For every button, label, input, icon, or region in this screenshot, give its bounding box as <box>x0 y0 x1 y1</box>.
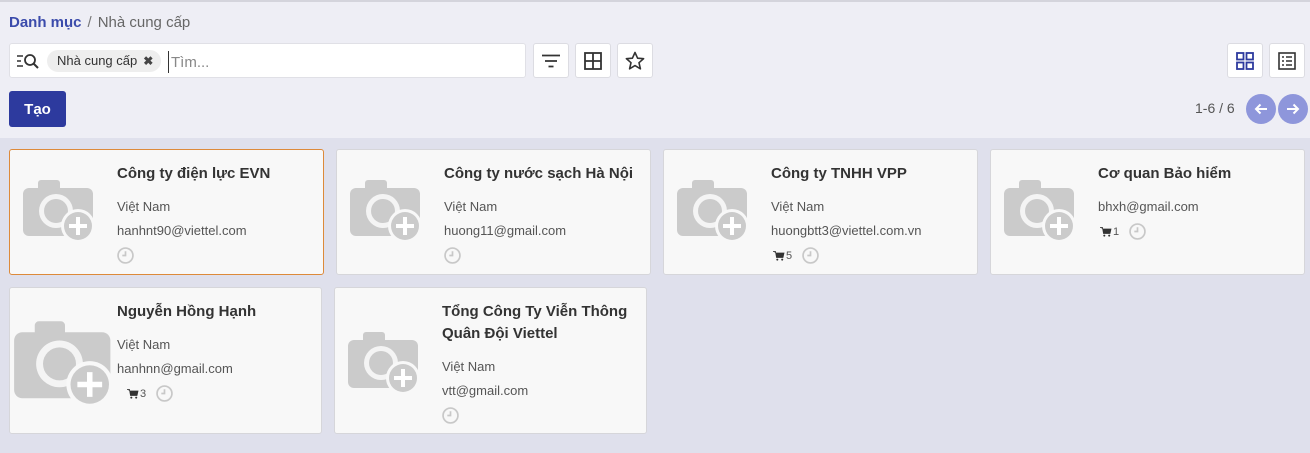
pager-value[interactable]: 1-6 / 6 <box>1195 100 1235 116</box>
camera-add-placeholder-icon <box>674 174 754 254</box>
camera-add-placeholder-icon <box>347 174 427 254</box>
cart-icon <box>773 251 785 261</box>
card-country: Việt Nam <box>117 337 171 352</box>
card-email: hanhnt90@viettel.com <box>117 223 247 238</box>
breadcrumb-parent-link[interactable]: Danh mục <box>9 14 82 31</box>
create-button[interactable]: Tạo <box>9 91 66 127</box>
purchase-count[interactable]: 3 <box>127 388 146 400</box>
breadcrumb-current: Nhà cung cấp <box>97 14 191 31</box>
search-facet-label: Nhà cung cấp <box>57 53 138 68</box>
arrow-right-icon <box>1287 103 1300 115</box>
pager-previous-button[interactable] <box>1246 94 1276 124</box>
kanban-card[interactable]: Công ty TNHH VPP Việt Nam huongbtt3@viet… <box>663 149 978 275</box>
card-country: Việt Nam <box>117 199 171 214</box>
kanban-card[interactable]: Công ty điện lực EVN Việt Nam hanhnt90@v… <box>9 149 324 275</box>
card-name: Công ty điện lực EVN <box>117 165 271 182</box>
search-facet: Nhà cung cấp ✖ <box>47 50 162 72</box>
clock-icon[interactable] <box>1129 223 1146 240</box>
card-name: Công ty nước sạch Hà Nội <box>444 165 634 182</box>
search-bar: Nhà cung cấp ✖ <box>9 43 526 78</box>
purchase-count-value: 3 <box>140 387 147 400</box>
search-input[interactable] <box>168 51 513 73</box>
control-panel: Danh mục / Nhà cung cấp Nhà cung cấp ✖ T… <box>0 0 1310 138</box>
clock-icon[interactable] <box>156 385 173 402</box>
purchase-count-value: 5 <box>786 249 793 262</box>
card-email: hanhnn@gmail.com <box>117 361 233 376</box>
search-icon[interactable] <box>17 53 39 69</box>
card-meta <box>442 407 459 424</box>
camera-add-placeholder-icon <box>1001 174 1081 254</box>
camera-add-placeholder-icon <box>20 174 100 254</box>
favorites-button[interactable] <box>617 43 653 78</box>
card-meta <box>117 247 134 264</box>
arrow-left-icon <box>1254 103 1267 115</box>
kanban-card[interactable]: Công ty nước sạch Hà Nội Việt Nam huong1… <box>336 149 651 275</box>
purchase-count-value: 1 <box>1113 225 1120 238</box>
card-country: Việt Nam <box>771 199 825 214</box>
cart-icon <box>127 389 139 399</box>
kanban-card[interactable]: Nguyễn Hồng Hạnh Việt Nam hanhnn@gmail.c… <box>9 287 322 434</box>
list-view-button[interactable] <box>1269 43 1305 78</box>
group-by-icon <box>584 51 602 70</box>
card-email: bhxh@gmail.com <box>1098 199 1199 214</box>
card-meta: 3 <box>125 385 173 402</box>
group-by-button[interactable] <box>575 43 611 78</box>
clock-icon[interactable] <box>117 247 134 264</box>
card-name: Nguyễn Hồng Hạnh <box>117 303 257 320</box>
card-country: Việt Nam <box>442 359 496 374</box>
camera-add-placeholder-icon <box>345 326 425 406</box>
card-email: vtt@gmail.com <box>442 383 529 398</box>
clock-icon[interactable] <box>442 407 459 424</box>
clock-icon[interactable] <box>444 247 461 264</box>
favorite-star-icon <box>625 51 645 70</box>
pager-next-button[interactable] <box>1278 94 1308 124</box>
card-email: huong11@gmail.com <box>444 223 567 238</box>
card-meta: 1 <box>1098 223 1146 240</box>
card-name: Công ty TNHH VPP <box>771 165 907 182</box>
camera-add-placeholder-icon <box>10 313 120 423</box>
breadcrumb-separator: / <box>87 14 92 31</box>
cart-icon <box>1100 227 1112 237</box>
filter-icon <box>542 54 560 67</box>
purchase-count[interactable]: 5 <box>773 250 792 262</box>
kanban-card[interactable]: Tổng Công Ty Viễn Thông Quân Đội Viettel… <box>334 287 647 434</box>
facet-remove-icon[interactable]: ✖ <box>143 54 153 68</box>
card-country: Việt Nam <box>444 199 498 214</box>
purchase-count[interactable]: 1 <box>1100 226 1119 238</box>
card-meta <box>444 247 461 264</box>
card-name: Tổng Công Ty Viễn Thông Quân Đội Viettel <box>442 303 628 342</box>
card-meta: 5 <box>771 247 819 264</box>
kanban-view-button[interactable] <box>1227 43 1263 78</box>
clock-icon[interactable] <box>802 247 819 264</box>
kanban-view-icon <box>1236 51 1254 70</box>
breadcrumb: Danh mục / Nhà cung cấp <box>9 14 190 31</box>
list-view-icon <box>1278 51 1296 70</box>
filter-button[interactable] <box>533 43 569 78</box>
card-email: huongbtt3@viettel.com.vn <box>771 223 922 238</box>
card-name: Cơ quan Bảo hiểm <box>1098 165 1232 182</box>
kanban-card[interactable]: Cơ quan Bảo hiểm bhxh@gmail.com 1 <box>990 149 1305 275</box>
